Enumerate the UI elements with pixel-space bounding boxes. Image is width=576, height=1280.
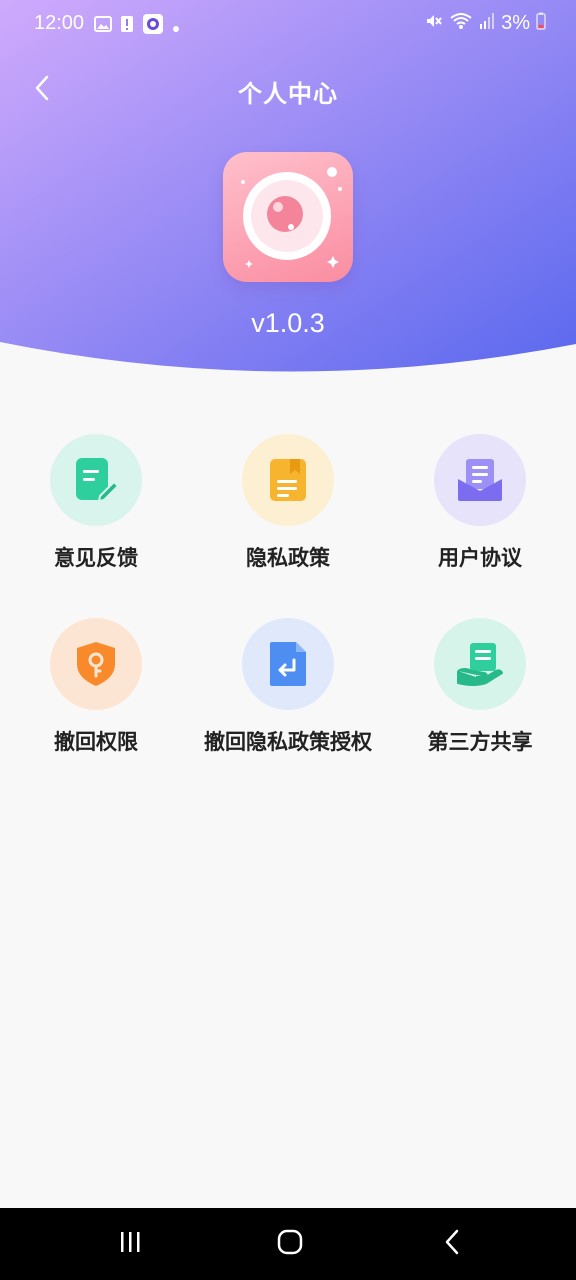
status-bar: 12:00 3% <box>0 0 576 48</box>
signal-icon <box>479 12 495 35</box>
user-agreement-icon <box>434 434 526 526</box>
mute-icon <box>425 12 443 35</box>
navigation-bar <box>0 1208 576 1280</box>
page-title: 个人中心 <box>238 80 338 108</box>
dot-icon <box>172 16 180 38</box>
revoke-privacy-icon <box>242 618 334 710</box>
revoke-permission-icon <box>50 618 142 710</box>
menu-item-privacy-policy[interactable]: 隐私政策 <box>192 434 384 572</box>
menu-item-user-agreement[interactable]: 用户协议 <box>384 434 576 572</box>
gallery-icon <box>94 15 112 38</box>
menu-item-label: 撤回权限 <box>54 730 138 754</box>
app-logo <box>223 152 353 282</box>
home-icon <box>277 1229 303 1259</box>
menu-item-label: 隐私政策 <box>246 546 330 570</box>
third-party-share-icon <box>434 618 526 710</box>
app-version: v1.0.3 <box>251 308 325 338</box>
menu-item-third-party-share[interactable]: 第三方共享 <box>384 618 576 756</box>
recent-apps-icon <box>118 1230 142 1258</box>
menu-item-revoke-privacy-authorization[interactable]: 撤回隐私政策授权 <box>192 618 384 756</box>
status-time: 12:00 <box>34 12 85 34</box>
privacy-policy-icon <box>242 434 334 526</box>
recent-apps-button[interactable] <box>110 1226 150 1262</box>
battery-level: 3% <box>501 12 530 34</box>
back-arrow-icon <box>442 1228 462 1260</box>
menu-item-revoke-permission[interactable]: 撤回权限 <box>0 618 192 756</box>
back-nav-button[interactable] <box>432 1226 472 1262</box>
menu-item-feedback[interactable]: 意见反馈 <box>0 434 192 572</box>
menu-item-label: 撤回隐私政策授权 <box>204 730 372 754</box>
wifi-icon <box>449 12 473 35</box>
menu-item-label: 用户协议 <box>438 546 522 570</box>
menu-item-label: 意见反馈 <box>54 546 138 570</box>
battery-icon <box>536 12 546 35</box>
camera-app-icon <box>142 13 164 40</box>
menu-item-label: 第三方共享 <box>427 730 533 754</box>
alert-icon <box>120 15 134 38</box>
feedback-icon <box>50 434 142 526</box>
home-button[interactable] <box>270 1226 310 1262</box>
